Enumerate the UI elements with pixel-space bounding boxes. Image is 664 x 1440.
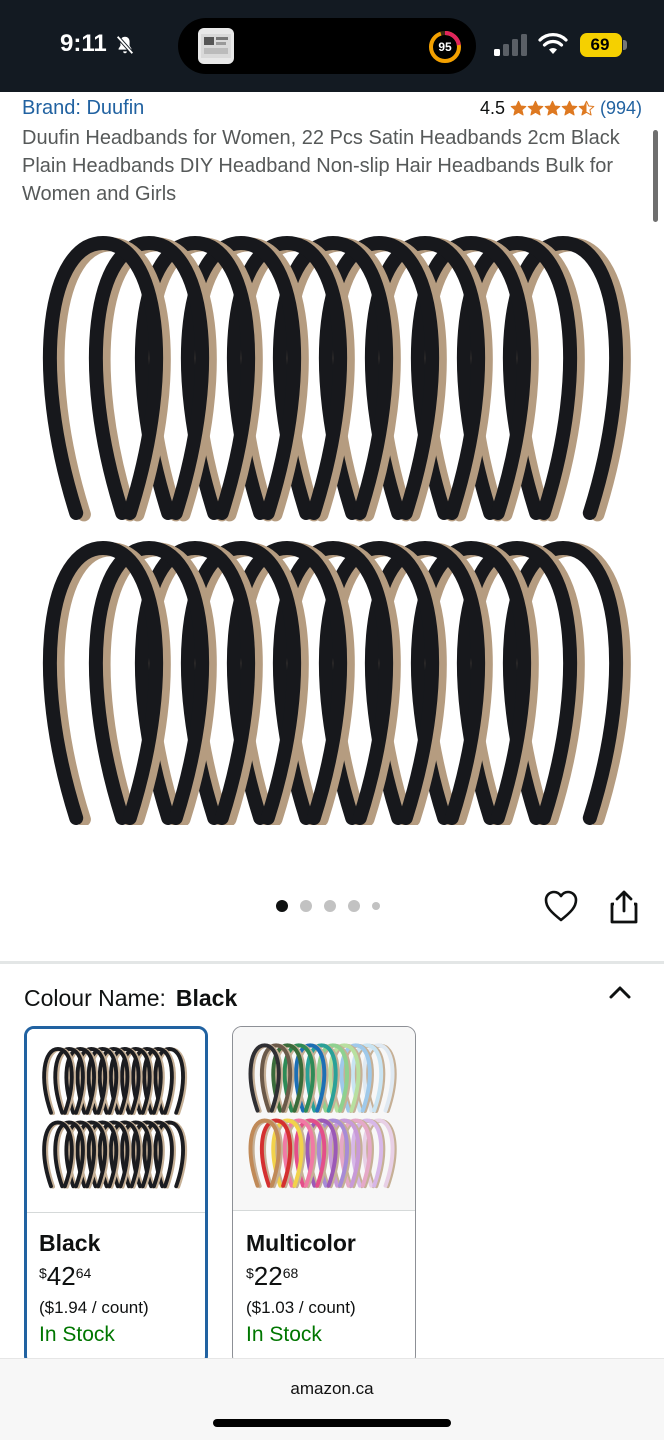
section-divider: [0, 961, 664, 964]
price-symbol: $: [246, 1265, 254, 1281]
price-whole: 22: [253, 1261, 283, 1291]
star-rating: [510, 100, 595, 117]
battery-level: 69: [590, 35, 610, 54]
browser-bottom-bar: amazon.ca: [0, 1358, 664, 1440]
price-whole: 42: [46, 1261, 76, 1291]
colour-name-label: Colour Name: Black: [24, 985, 237, 1012]
colour-label-text: Colour Name:: [24, 985, 166, 1011]
app-thumbnail-icon: [198, 28, 234, 64]
pagination-dot[interactable]: [324, 900, 336, 912]
star-icon: [510, 100, 527, 115]
url-domain[interactable]: amazon.ca: [0, 1379, 664, 1399]
battery-tip: [623, 40, 627, 50]
swatch-price: $ 22 68: [246, 1261, 298, 1291]
heart-icon[interactable]: [543, 889, 579, 923]
pagination-dot[interactable]: [372, 902, 380, 910]
swatch-multicolor[interactable]: Multicolor $ 22 68 ($1.03 / count) In St…: [232, 1026, 416, 1366]
rating-summary[interactable]: 4.5 (994): [480, 97, 642, 119]
share-icon[interactable]: [607, 889, 641, 925]
swatch-multicolor-image: [233, 1027, 415, 1211]
star-icon: [561, 100, 578, 115]
star-icon: [578, 100, 595, 115]
product-image[interactable]: [30, 235, 634, 825]
scrollbar[interactable]: [653, 130, 658, 222]
price-fraction: 68: [282, 1265, 299, 1281]
swatch-availability: In Stock: [39, 1323, 115, 1346]
swatch-name: Black: [39, 1230, 101, 1256]
status-bar: 9:11 95 69: [0, 0, 664, 92]
swatch-availability: In Stock: [246, 1323, 322, 1346]
dynamic-island[interactable]: 95: [178, 18, 476, 74]
home-indicator[interactable]: [213, 1419, 451, 1427]
pagination-dot[interactable]: [276, 900, 288, 912]
star-icon: [527, 100, 544, 115]
brand-link[interactable]: Brand: Duufin: [22, 97, 144, 120]
price-fraction: 64: [75, 1265, 92, 1281]
bell-slash-icon: [116, 35, 134, 55]
product-title: Duufin Headbands for Women, 22 Pcs Satin…: [22, 127, 620, 205]
swatch-name: Multicolor: [246, 1230, 356, 1256]
star-icon: [544, 100, 561, 115]
chevron-up-icon[interactable]: [606, 980, 634, 1004]
pagination-dot[interactable]: [348, 900, 360, 912]
selected-colour: Black: [175, 985, 238, 1011]
wifi-icon: [538, 33, 568, 54]
swatch-price: $ 42 64: [39, 1261, 91, 1291]
swatch-black[interactable]: Black $ 42 64 ($1.94 / count) In Stock: [24, 1026, 208, 1366]
swatch-black-image: [27, 1029, 205, 1213]
image-pagination[interactable]: [276, 900, 380, 912]
price-symbol: $: [39, 1265, 47, 1281]
cellular-signal-icon: [494, 34, 527, 56]
pagination-dot[interactable]: [300, 900, 312, 912]
review-count-link[interactable]: (994): [600, 98, 642, 119]
rating-value: 4.5: [479, 97, 505, 118]
ring-value: 95: [438, 40, 452, 54]
swatch-unit-price: ($1.94 / count): [39, 1298, 149, 1317]
status-time: 9:11: [60, 30, 107, 57]
swatch-unit-price: ($1.03 / count): [246, 1298, 356, 1317]
